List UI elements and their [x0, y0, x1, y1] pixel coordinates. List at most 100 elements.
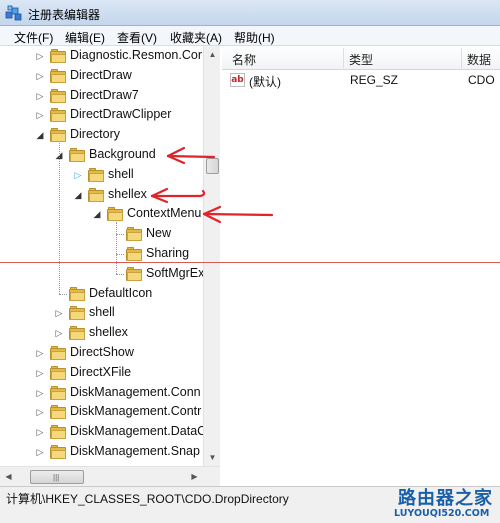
registry-path: 计算机\HKEY_CLASSES_ROOT\CDO.DropDirectory	[6, 492, 289, 506]
tree-node[interactable]: ▷ DiskManagement.Conn	[0, 383, 203, 403]
tree-node-label[interactable]: shell	[108, 167, 134, 181]
expand-arrow-icon[interactable]: ▷	[54, 307, 64, 319]
tree-horizontal-scrollbar[interactable]: ◀ ||| ▶	[0, 466, 220, 486]
collapse-arrow-icon[interactable]: ◢	[73, 189, 83, 201]
expand-arrow-icon[interactable]: ▷	[35, 426, 45, 438]
scroll-up-arrow-icon[interactable]: ▲	[204, 46, 221, 63]
tree-node[interactable]: ▷ DiskManagement.Snap	[0, 442, 203, 462]
tree-node-label[interactable]: DirectDraw7	[70, 88, 139, 102]
tree-node-label[interactable]: Sharing	[146, 246, 189, 260]
vertical-scroll-thumb[interactable]	[206, 158, 219, 174]
column-divider[interactable]	[343, 48, 344, 68]
tree-guide-line	[116, 254, 124, 255]
tree-node[interactable]: ▷ DirectShow	[0, 343, 203, 363]
tree-node-label[interactable]: ContextMenu	[127, 206, 201, 220]
value-type: REG_SZ	[350, 73, 399, 87]
tree-node-label[interactable]: Directory	[70, 127, 120, 141]
collapse-arrow-icon[interactable]: ◢	[92, 208, 102, 220]
tree-node[interactable]: ◢ shellex	[0, 185, 203, 205]
tree-node-label[interactable]: shell	[89, 305, 115, 319]
value-name[interactable]: (默认)	[249, 73, 281, 90]
tree-node[interactable]: SoftMgrEx	[0, 264, 203, 284]
collapse-arrow-icon[interactable]: ◢	[35, 129, 45, 141]
tree-node[interactable]: DefaultIcon	[0, 284, 203, 304]
tree-node-label[interactable]: shellex	[89, 325, 128, 339]
horizontal-scroll-thumb[interactable]: |||	[30, 470, 84, 484]
tree-node-label[interactable]: SoftMgrEx	[146, 266, 203, 280]
tree-node[interactable]: ◢ ContextMenu	[0, 204, 203, 224]
tree-node-label[interactable]: Background	[89, 147, 156, 161]
tree-node-label[interactable]: DiskManagement.DataC	[70, 424, 203, 438]
menu-bar: 文件(F) 编辑(E) 查看(V) 收藏夹(A) 帮助(H)	[0, 26, 500, 46]
watermark-url: LUYOUQI520.COM	[394, 508, 490, 519]
folder-icon	[126, 227, 142, 242]
folder-icon	[69, 326, 85, 341]
tree-node-label[interactable]: DirectDraw	[70, 68, 132, 82]
folder-icon	[107, 207, 123, 222]
tree-node[interactable]: ▷ DirectXFile	[0, 363, 203, 383]
expand-arrow-icon[interactable]: ▷	[35, 367, 45, 379]
tree-node-label[interactable]: New	[146, 226, 171, 240]
tree-guide-line	[116, 234, 124, 236]
registry-tree-pane: ▷ Diagnostic.Resmon.Cor ▷ DirectDraw ▷ Direct…	[0, 46, 220, 486]
expand-arrow-icon[interactable]: ▷	[35, 406, 45, 418]
folder-icon	[50, 365, 66, 380]
tree-node-label[interactable]: DiskManagement.Conn	[70, 385, 201, 399]
expand-arrow-icon[interactable]: ▷	[35, 109, 45, 121]
tree-node[interactable]: ▷ DirectDrawClipper	[0, 105, 203, 125]
tree-node-label[interactable]: DefaultIcon	[89, 286, 152, 300]
tree-node-label[interactable]: DirectXFile	[70, 365, 131, 379]
tree-node-label[interactable]: DirectDrawClipper	[70, 107, 171, 121]
tree-node[interactable]: ◢ Background	[0, 145, 203, 165]
tree-node-label[interactable]: shellex	[108, 187, 147, 201]
expand-arrow-icon[interactable]: ▷	[73, 169, 83, 181]
column-divider[interactable]	[461, 48, 462, 68]
tree-vertical-scrollbar[interactable]: ▲ ▼	[203, 46, 220, 466]
tree-node[interactable]: ▷ DirectDraw7	[0, 86, 203, 106]
expand-arrow-icon[interactable]: ▷	[54, 327, 64, 339]
value-list-pane: 名称 类型 数据 ab (默认) REG_SZ CDO	[222, 46, 500, 486]
expand-arrow-icon[interactable]: ▷	[35, 387, 45, 399]
expand-arrow-icon[interactable]: ▷	[35, 90, 45, 102]
scroll-right-arrow-icon[interactable]: ▶	[186, 468, 203, 485]
tree-node[interactable]: ▷ DiskManagement.Contr	[0, 402, 203, 422]
tree-guide-line	[116, 222, 117, 274]
folder-icon	[50, 108, 66, 123]
tree-node[interactable]: ◢ Directory	[0, 125, 203, 145]
menu-help[interactable]: 帮助(H)	[234, 29, 275, 46]
folder-icon	[126, 247, 142, 261]
menu-file[interactable]: 文件(F)	[14, 29, 53, 46]
tree-node[interactable]: New	[0, 224, 203, 244]
tree-guide-line	[116, 273, 124, 275]
tree-node[interactable]: ▷ Diagnostic.Resmon.Cor	[0, 46, 203, 66]
tree-node-label[interactable]: Diagnostic.Resmon.Cor	[70, 48, 202, 62]
column-header-type[interactable]: 类型	[349, 51, 373, 68]
tree-node[interactable]: ▷ DiskManagement.DataC	[0, 422, 203, 442]
expand-arrow-icon[interactable]: ▷	[35, 347, 45, 359]
tree-node[interactable]: ▷ shellex	[0, 323, 203, 343]
registry-tree: ▷ Diagnostic.Resmon.Cor ▷ DirectDraw ▷ Direct…	[0, 46, 203, 466]
menu-view[interactable]: 查看(V)	[117, 29, 157, 46]
scroll-down-arrow-icon[interactable]: ▼	[204, 449, 221, 466]
menu-edit[interactable]: 编辑(E)	[65, 29, 105, 46]
folder-icon	[50, 445, 66, 459]
tree-node-label[interactable]: DiskManagement.Contr	[70, 404, 201, 418]
tree-node[interactable]: Sharing	[0, 244, 203, 264]
column-header-data[interactable]: 数据	[467, 51, 491, 68]
tree-node[interactable]: ▷ shell	[0, 165, 203, 185]
list-header: 名称 类型 数据	[222, 46, 500, 70]
scroll-left-arrow-icon[interactable]: ◀	[0, 468, 17, 485]
tree-node-label[interactable]: DiskManagement.Snap	[70, 444, 200, 458]
menu-favorites[interactable]: 收藏夹(A)	[170, 29, 222, 46]
folder-icon	[50, 68, 66, 83]
tree-node[interactable]: ▷ shell	[0, 303, 203, 323]
site-watermark: 路由器之家 LUYOUQI520.COM	[388, 482, 500, 523]
expand-arrow-icon[interactable]: ▷	[35, 50, 45, 62]
column-header-name[interactable]: 名称	[232, 51, 256, 68]
title-bar: 注册表编辑器	[0, 0, 500, 26]
tree-node[interactable]: ▷ DirectDraw	[0, 66, 203, 86]
tree-node-label[interactable]: DirectShow	[70, 345, 134, 359]
expand-arrow-icon[interactable]: ▷	[35, 70, 45, 82]
folder-icon	[50, 385, 66, 400]
expand-arrow-icon[interactable]: ▷	[35, 446, 45, 458]
